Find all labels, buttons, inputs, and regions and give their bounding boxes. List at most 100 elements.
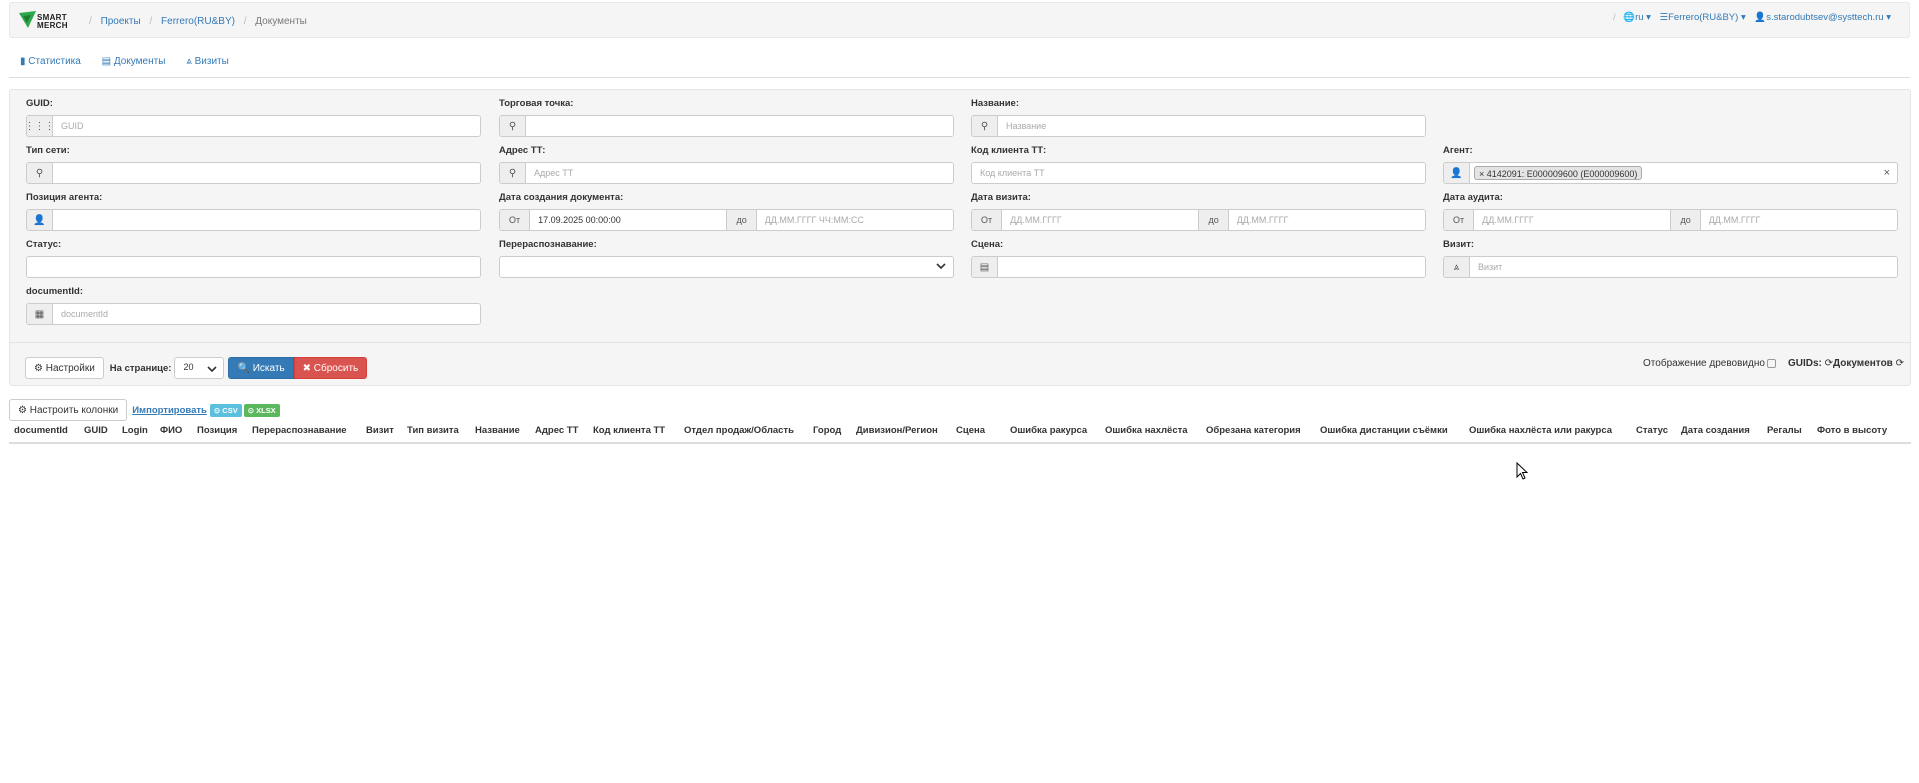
map-marker-icon: ⚲	[27, 163, 53, 183]
top-navbar: SMART MERCH / Проекты / Ferrero(RU&BY) / …	[9, 2, 1910, 38]
settings-button[interactable]: ⚙ Настройки	[25, 357, 104, 379]
import-link[interactable]: Импортировать	[132, 405, 207, 416]
name-label: Название:	[971, 98, 1020, 109]
breadcrumb: / Проекты / Ferrero(RU&BY) / Документы	[89, 16, 307, 27]
project-dropdown[interactable]: ☰Ferrero(RU&BY) ▾	[1660, 12, 1749, 23]
doc-created-from-input[interactable]	[530, 210, 727, 230]
clear-icon[interactable]: ×	[1884, 167, 1890, 179]
doc-created-label: Дата создания документа:	[499, 192, 624, 203]
table-toolbar: ⚙ Настроить колонки Импортировать ⊙ CSV …	[9, 399, 282, 421]
column-header[interactable]: Код клиента ТТ	[593, 425, 665, 436]
client-code-filter: Код клиента ТТ:	[971, 145, 1426, 184]
visit-date-label: Дата визита:	[971, 192, 1031, 203]
document-id-input[interactable]	[53, 304, 480, 324]
bar-chart-icon: ▮	[20, 56, 26, 67]
view-options: Отображение древовидно GUIDs: ⟳ Документ…	[1643, 358, 1904, 369]
per-page-select[interactable]: 20	[174, 357, 225, 379]
search-icon: 🔍	[237, 362, 250, 374]
address-filter: Адрес ТТ: ⚲	[499, 145, 954, 184]
user-icon: 👤	[1444, 163, 1470, 183]
rerecognition-select[interactable]	[499, 256, 954, 278]
refresh-icon[interactable]: ⟳	[1896, 358, 1904, 369]
search-button[interactable]: 🔍 Искать	[228, 357, 294, 379]
column-header[interactable]: Сцена	[956, 425, 985, 436]
status-filter: Статус:	[26, 239, 481, 278]
guid-input[interactable]	[53, 116, 480, 136]
configure-columns-button[interactable]: ⚙ Настроить колонки	[9, 399, 128, 421]
column-header[interactable]: Регалы	[1767, 425, 1802, 436]
table-header: documentId GUID Login ФИО Позиция Перера…	[9, 419, 1911, 444]
language-dropdown[interactable]: 🌐ru ▾	[1623, 12, 1653, 23]
column-header[interactable]: Дивизион/Регион	[856, 425, 938, 436]
column-header[interactable]: GUID	[84, 425, 108, 436]
column-header[interactable]: Ошибка дистанции съёмки	[1320, 425, 1448, 436]
mouse-cursor-icon	[1516, 462, 1529, 480]
smart-merch-logo[interactable]: SMART MERCH	[19, 11, 71, 33]
visit-date-from-input[interactable]	[1002, 210, 1199, 230]
audit-date-to-input[interactable]	[1700, 210, 1897, 230]
doc-created-to-input[interactable]	[756, 210, 953, 230]
agent-tag[interactable]: × 4142091: E000009600 (E000009600)	[1474, 166, 1643, 180]
reset-button[interactable]: ✖ Сбросить	[293, 357, 368, 379]
audit-date-from-input[interactable]	[1474, 210, 1671, 230]
column-header[interactable]: Обрезана категория	[1206, 425, 1301, 436]
rerecognition-filter: Перераспознавание:	[499, 239, 954, 278]
client-code-input[interactable]	[972, 163, 1425, 183]
column-header[interactable]: Город	[813, 425, 841, 436]
column-header[interactable]: Перераспознавание	[252, 425, 347, 436]
tree-view-checkbox[interactable]	[1766, 359, 1776, 368]
column-header[interactable]: Ошибка нахлёста	[1105, 425, 1188, 436]
download-icon: ⊙	[247, 405, 254, 415]
per-page-value: 20	[183, 362, 194, 372]
column-header[interactable]: ФИО	[160, 425, 182, 436]
outlet-label: Торговая точка:	[499, 98, 574, 109]
column-header[interactable]: Позиция	[197, 425, 237, 436]
column-header[interactable]: Login	[122, 425, 148, 436]
column-header[interactable]: Ошибка нахлёста или ракурса	[1469, 425, 1612, 436]
client-code-label: Код клиента ТТ:	[971, 145, 1047, 156]
agent-select[interactable]: 👤 × 4142091: E000009600 (E000009600) ×	[1443, 162, 1898, 184]
map-marker-icon: ⚲	[500, 116, 526, 136]
column-header[interactable]: Отдел продаж/Область	[684, 425, 794, 436]
breadcrumb-projects[interactable]: Проекты	[101, 16, 141, 27]
name-input[interactable]	[998, 116, 1425, 136]
agent-position-label: Позиция агента:	[26, 192, 103, 203]
column-header[interactable]: Название	[475, 425, 520, 436]
column-header[interactable]: Дата создания	[1681, 425, 1750, 436]
top-right-menu: / 🌐ru ▾ ☰Ferrero(RU&BY) ▾ 👤s.starodubtse…	[1612, 12, 1891, 23]
user-dropdown[interactable]: 👤s.starodubtsev@systtech.ru ▾	[1754, 12, 1891, 23]
agent-label: Агент:	[1443, 145, 1473, 156]
network-type-input[interactable]	[53, 163, 480, 183]
column-header[interactable]: Тип визита	[407, 425, 459, 436]
globe-icon: 🌐	[1623, 12, 1636, 23]
tab-visits[interactable]: ⩓ Визиты	[186, 56, 229, 67]
guids-label: GUIDs:	[1787, 358, 1822, 369]
outlet-input[interactable]	[526, 116, 953, 136]
column-header[interactable]: Фото в высоту	[1817, 425, 1887, 436]
column-header[interactable]: Статус	[1636, 425, 1668, 436]
address-input[interactable]	[526, 163, 953, 183]
section-tabs: ▮ Статистика ▤ Документы ⩓ Визиты	[20, 56, 247, 67]
tab-statistics[interactable]: ▮ Статистика	[20, 56, 81, 67]
calendar-icon: ▤	[972, 257, 998, 277]
status-input[interactable]	[27, 257, 480, 277]
xlsx-export-button[interactable]: ⊙ XLSX	[243, 403, 280, 417]
agent-position-input[interactable]	[53, 210, 480, 230]
csv-export-button[interactable]: ⊙ CSV	[209, 403, 242, 417]
refresh-icon[interactable]: ⟳	[1825, 358, 1833, 369]
column-header[interactable]: documentId	[14, 425, 68, 436]
guid-label: GUID:	[26, 98, 53, 109]
visit-date-to-input[interactable]	[1228, 210, 1425, 230]
scene-input[interactable]	[998, 257, 1425, 277]
close-icon: ✖	[302, 362, 312, 374]
column-header[interactable]: Визит	[366, 425, 394, 436]
status-label: Статус:	[26, 239, 62, 250]
visit-input[interactable]	[1470, 257, 1897, 277]
tab-documents[interactable]: ▤ Документы	[102, 56, 166, 67]
breadcrumb-project[interactable]: Ferrero(RU&BY)	[161, 16, 235, 27]
document-id-label: documentId:	[26, 286, 83, 297]
gear-icon: ⚙	[34, 362, 43, 374]
column-header[interactable]: Адрес ТТ	[535, 425, 578, 436]
column-header[interactable]: Ошибка ракурса	[1010, 425, 1087, 436]
network-type-label: Тип сети:	[26, 145, 70, 156]
